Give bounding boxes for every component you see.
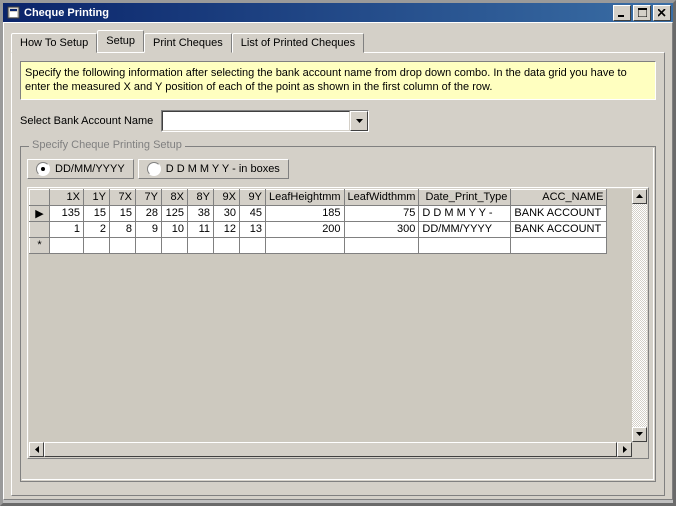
column-header[interactable]: 7X [110,189,136,205]
column-header[interactable]: LeafHeightmm [266,189,345,205]
groupbox-title: Specify Cheque Printing Setup [29,139,185,151]
grid-cell[interactable] [511,237,607,253]
scroll-left-icon[interactable] [29,442,44,457]
grid-cell[interactable]: 8 [110,221,136,237]
grid-cell[interactable]: 125 [162,205,188,221]
grid-cell[interactable]: D D M M Y Y - [419,205,511,221]
column-header[interactable]: 8Y [188,189,214,205]
row-header[interactable]: ▶ [30,205,50,221]
scroll-track[interactable] [632,204,647,427]
column-header[interactable]: LeafWidthmm [344,189,419,205]
grid-cell[interactable]: 300 [344,221,419,237]
scroll-up-icon[interactable] [632,189,647,204]
grid-cell[interactable]: 13 [240,221,266,237]
radio-label: DD/MM/YYYY [55,163,125,175]
grid-cell[interactable]: 28 [136,205,162,221]
grid-cell[interactable] [188,237,214,253]
scroll-right-icon[interactable] [617,442,632,457]
grid-cell[interactable] [266,237,345,253]
row-header[interactable] [30,221,50,237]
grid-cell[interactable]: 30 [214,205,240,221]
grid-cell[interactable]: 1 [50,221,84,237]
grid-cell[interactable]: BANK ACCOUNT [511,205,607,221]
info-text: Specify the following information after … [20,61,656,100]
grid-cell[interactable]: 45 [240,205,266,221]
minimize-button[interactable] [613,5,631,21]
bank-account-input[interactable] [162,111,350,131]
column-header[interactable]: 9X [214,189,240,205]
scroll-corner [632,442,647,457]
grid-cell[interactable] [50,237,84,253]
grid-cell[interactable]: 10 [162,221,188,237]
grid-cell[interactable]: BANK ACCOUNT [511,221,607,237]
bank-label: Select Bank Account Name [20,115,153,127]
grid-cell[interactable] [110,237,136,253]
grid-cell[interactable] [240,237,266,253]
column-header[interactable]: 8X [162,189,188,205]
close-button[interactable] [653,5,671,21]
grid-cell[interactable]: 11 [188,221,214,237]
column-header[interactable]: 7Y [136,189,162,205]
grid-cell[interactable] [419,237,511,253]
column-header[interactable]: Date_Print_Type [419,189,511,205]
column-header[interactable]: ACC_NAME [511,189,607,205]
tab-setup[interactable]: Setup [97,30,144,52]
grid-cell[interactable]: 75 [344,205,419,221]
radio-option-ddmmyyyy[interactable]: DD/MM/YYYY [27,159,134,179]
column-header[interactable]: 1Y [84,189,110,205]
grid-cell[interactable] [136,237,162,253]
radio-icon [147,162,161,176]
tab-print-cheques[interactable]: Print Cheques [144,33,232,53]
grid-cell[interactable]: 200 [266,221,345,237]
grid-cell[interactable]: 2 [84,221,110,237]
radio-option-boxes[interactable]: D D M M Y Y - in boxes [138,159,289,179]
grid-cell[interactable]: 15 [110,205,136,221]
maximize-button[interactable] [633,5,651,21]
row-selector-header[interactable] [30,189,50,205]
grid-cell[interactable]: 12 [214,221,240,237]
data-grid[interactable]: 1X1Y7X7Y8X8Y9X9YLeafHeightmmLeafWidthmmD… [27,187,649,459]
tab-list-of-printed-cheques[interactable]: List of Printed Cheques [232,33,364,53]
bank-account-combo[interactable] [161,110,369,132]
grid-cell[interactable]: DD/MM/YYYY [419,221,511,237]
radio-icon [36,162,50,176]
grid-cell[interactable] [162,237,188,253]
app-icon [7,6,20,19]
column-header[interactable]: 9Y [240,189,266,205]
scroll-down-icon[interactable] [632,427,647,442]
grid-cell[interactable]: 15 [84,205,110,221]
scroll-thumb[interactable] [44,442,617,457]
tab-how-to-setup[interactable]: How To Setup [11,33,97,53]
grid-cell[interactable] [214,237,240,253]
window-title: Cheque Printing [24,7,109,19]
chevron-down-icon[interactable] [350,111,368,131]
grid-cell[interactable]: 185 [266,205,345,221]
vertical-scrollbar[interactable] [632,189,647,442]
radio-label: D D M M Y Y - in boxes [166,163,280,175]
grid-cell[interactable]: 9 [136,221,162,237]
grid-cell[interactable] [84,237,110,253]
column-header[interactable]: 1X [50,189,84,205]
grid-cell[interactable]: 38 [188,205,214,221]
horizontal-scrollbar[interactable] [29,442,632,457]
new-row-marker[interactable]: * [30,237,50,253]
grid-cell[interactable] [344,237,419,253]
grid-cell[interactable]: 135 [50,205,84,221]
